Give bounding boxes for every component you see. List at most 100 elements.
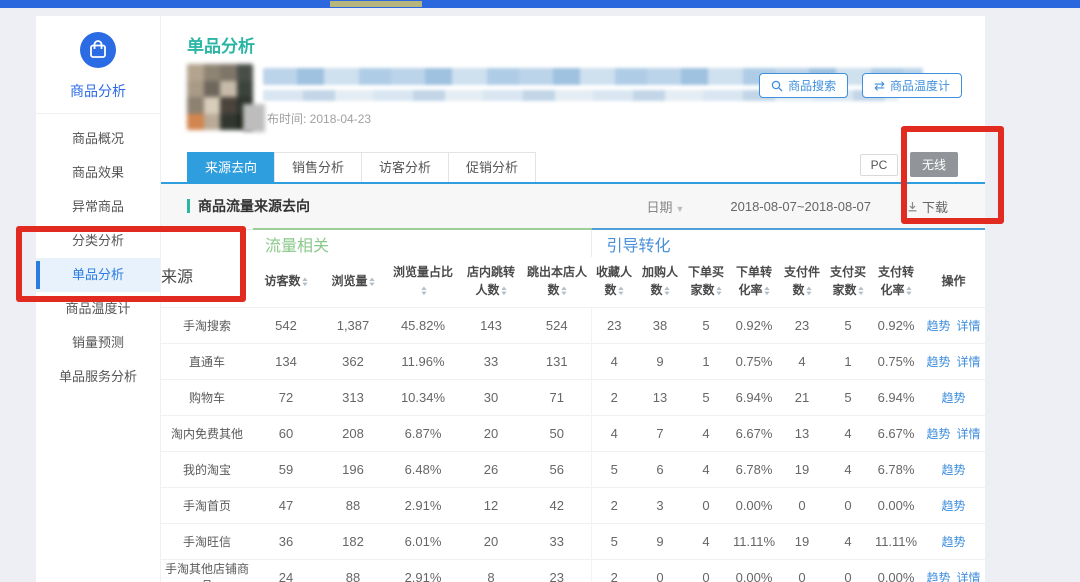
value-cell: 23	[523, 559, 591, 582]
swap-icon: ⇄	[874, 79, 885, 92]
value-cell: 33	[459, 343, 523, 379]
toggle-wireless[interactable]: 无线	[910, 152, 958, 177]
detail-link[interactable]: 详情	[957, 427, 981, 441]
date-range-value[interactable]: 2018-08-07~2018-08-07	[730, 199, 871, 214]
value-cell: 4	[591, 415, 637, 451]
actions-cell: 趋势详情	[921, 343, 985, 379]
sidebar-item[interactable]: 分类分析	[36, 224, 160, 258]
value-cell: 24	[253, 559, 319, 582]
tab-item[interactable]: 访客分析	[361, 152, 448, 182]
col-header[interactable]: 支付买家数▲▼	[825, 257, 871, 307]
col-header[interactable]: 加购人数▲▼	[637, 257, 683, 307]
value-cell: 42	[523, 487, 591, 523]
trend-link[interactable]: 趋势	[942, 535, 966, 549]
col-header[interactable]: 支付件数▲▼	[779, 257, 825, 307]
section-title: 商品流量来源去向	[198, 196, 310, 216]
sidebar-item[interactable]: 商品温度计	[36, 292, 160, 326]
detail-link[interactable]: 详情	[957, 571, 981, 582]
detail-link[interactable]: 详情	[957, 319, 981, 333]
col-header[interactable]: 下单买家数▲▼	[683, 257, 729, 307]
analysis-tabs: 来源去向销售分析访客分析促销分析	[187, 152, 536, 182]
value-cell: 2	[591, 379, 637, 415]
col-header[interactable]: 收藏人数▲▼	[591, 257, 637, 307]
col-header[interactable]: 跳出本店人数▲▼	[523, 257, 591, 307]
sort-icon[interactable]: ▲▼	[501, 287, 507, 297]
value-cell: 11.96%	[387, 343, 459, 379]
value-cell: 0.00%	[871, 487, 921, 523]
sort-icon[interactable]: ▲▼	[716, 287, 722, 297]
value-cell: 143	[459, 307, 523, 343]
trend-link[interactable]: 趋势	[927, 571, 951, 582]
trend-link[interactable]: 趋势	[942, 463, 966, 477]
value-cell: 362	[319, 343, 387, 379]
value-cell: 524	[523, 307, 591, 343]
trend-link[interactable]: 趋势	[927, 319, 951, 333]
value-cell: 30	[459, 379, 523, 415]
value-cell: 11.11%	[729, 523, 779, 559]
sidebar-item[interactable]: 异常商品	[36, 190, 160, 224]
section-toolbar: 商品流量来源去向 日期▼ 2018-08-07~2018-08-07 下载	[161, 184, 985, 228]
date-dropdown[interactable]: 日期▼	[646, 197, 684, 216]
value-cell: 72	[253, 379, 319, 415]
sidebar-item[interactable]: 商品效果	[36, 156, 160, 190]
value-cell: 5	[591, 451, 637, 487]
source-cell: 手淘首页	[161, 487, 253, 523]
source-cell: 淘内免费其他	[161, 415, 253, 451]
sort-icon[interactable]: ▲▼	[764, 287, 770, 297]
trend-link[interactable]: 趋势	[942, 391, 966, 405]
value-cell: 4	[591, 343, 637, 379]
trend-link[interactable]: 趋势	[927, 427, 951, 441]
col-header-source[interactable]: 来源	[161, 229, 253, 307]
sort-icon[interactable]: ▲▼	[369, 278, 375, 288]
sort-icon[interactable]: ▲▼	[858, 287, 864, 297]
value-cell: 23	[591, 307, 637, 343]
value-cell: 6.01%	[387, 523, 459, 559]
main-content: 单品分析 布时间: 2018-04-23 商品搜索 ⇄ 商品温度计 来源去向销售…	[160, 16, 985, 582]
value-cell: 1	[825, 343, 871, 379]
value-cell: 542	[253, 307, 319, 343]
value-cell: 5	[591, 523, 637, 559]
sidebar-item[interactable]: 商品概况	[36, 122, 160, 156]
col-header-actions: 操作	[921, 257, 985, 307]
download-button[interactable]: 下载	[907, 197, 948, 216]
sort-icon[interactable]: ▲▼	[664, 287, 670, 297]
trend-link[interactable]: 趋势	[927, 355, 951, 369]
table-row: 淘内免费其他602086.87%20504746.67%1346.67%趋势详情	[161, 415, 985, 451]
trend-link[interactable]: 趋势	[942, 499, 966, 513]
tab-active[interactable]: 来源去向	[187, 152, 274, 182]
product-search-button[interactable]: 商品搜索	[759, 73, 848, 98]
col-header[interactable]: 支付转化率▲▼	[871, 257, 921, 307]
value-cell: 6.78%	[871, 451, 921, 487]
value-cell: 208	[319, 415, 387, 451]
value-cell: 0	[779, 559, 825, 582]
value-cell: 2.91%	[387, 559, 459, 582]
table-row: 手淘其他店铺商品24882.91%8232000.00%000.00%趋势详情	[161, 559, 985, 582]
tab-item[interactable]: 促销分析	[448, 152, 536, 182]
sort-icon[interactable]: ▲▼	[561, 287, 567, 297]
sort-icon[interactable]: ▲▼	[618, 287, 624, 297]
value-cell: 0	[825, 487, 871, 523]
table-row: 手淘首页47882.91%12422300.00%000.00%趋势	[161, 487, 985, 523]
col-header[interactable]: 浏览量占比▲▼	[387, 257, 459, 307]
value-cell: 12	[459, 487, 523, 523]
sort-icon[interactable]: ▲▼	[806, 287, 812, 297]
sidebar-item[interactable]: 单品服务分析	[36, 360, 160, 394]
sort-icon[interactable]: ▲▼	[302, 278, 308, 288]
value-cell: 0.92%	[729, 307, 779, 343]
source-cell: 手淘旺信	[161, 523, 253, 559]
col-header[interactable]: 下单转化率▲▼	[729, 257, 779, 307]
sort-icon[interactable]: ▲▼	[421, 287, 427, 297]
sidebar-item[interactable]: 销量预测	[36, 326, 160, 360]
table-row: 直通车13436211.96%331314910.75%410.75%趋势详情	[161, 343, 985, 379]
value-cell: 4	[779, 343, 825, 379]
col-header[interactable]: 访客数▲▼	[253, 257, 319, 307]
col-header[interactable]: 浏览量▲▼	[319, 257, 387, 307]
value-cell: 6	[637, 451, 683, 487]
sidebar-item[interactable]: 单品分析	[36, 258, 160, 292]
col-header[interactable]: 店内跳转人数▲▼	[459, 257, 523, 307]
sort-icon[interactable]: ▲▼	[906, 287, 912, 297]
product-thermometer-button[interactable]: ⇄ 商品温度计	[862, 73, 962, 98]
tab-item[interactable]: 销售分析	[274, 152, 361, 182]
toggle-pc[interactable]: PC	[860, 154, 898, 176]
detail-link[interactable]: 详情	[957, 355, 981, 369]
